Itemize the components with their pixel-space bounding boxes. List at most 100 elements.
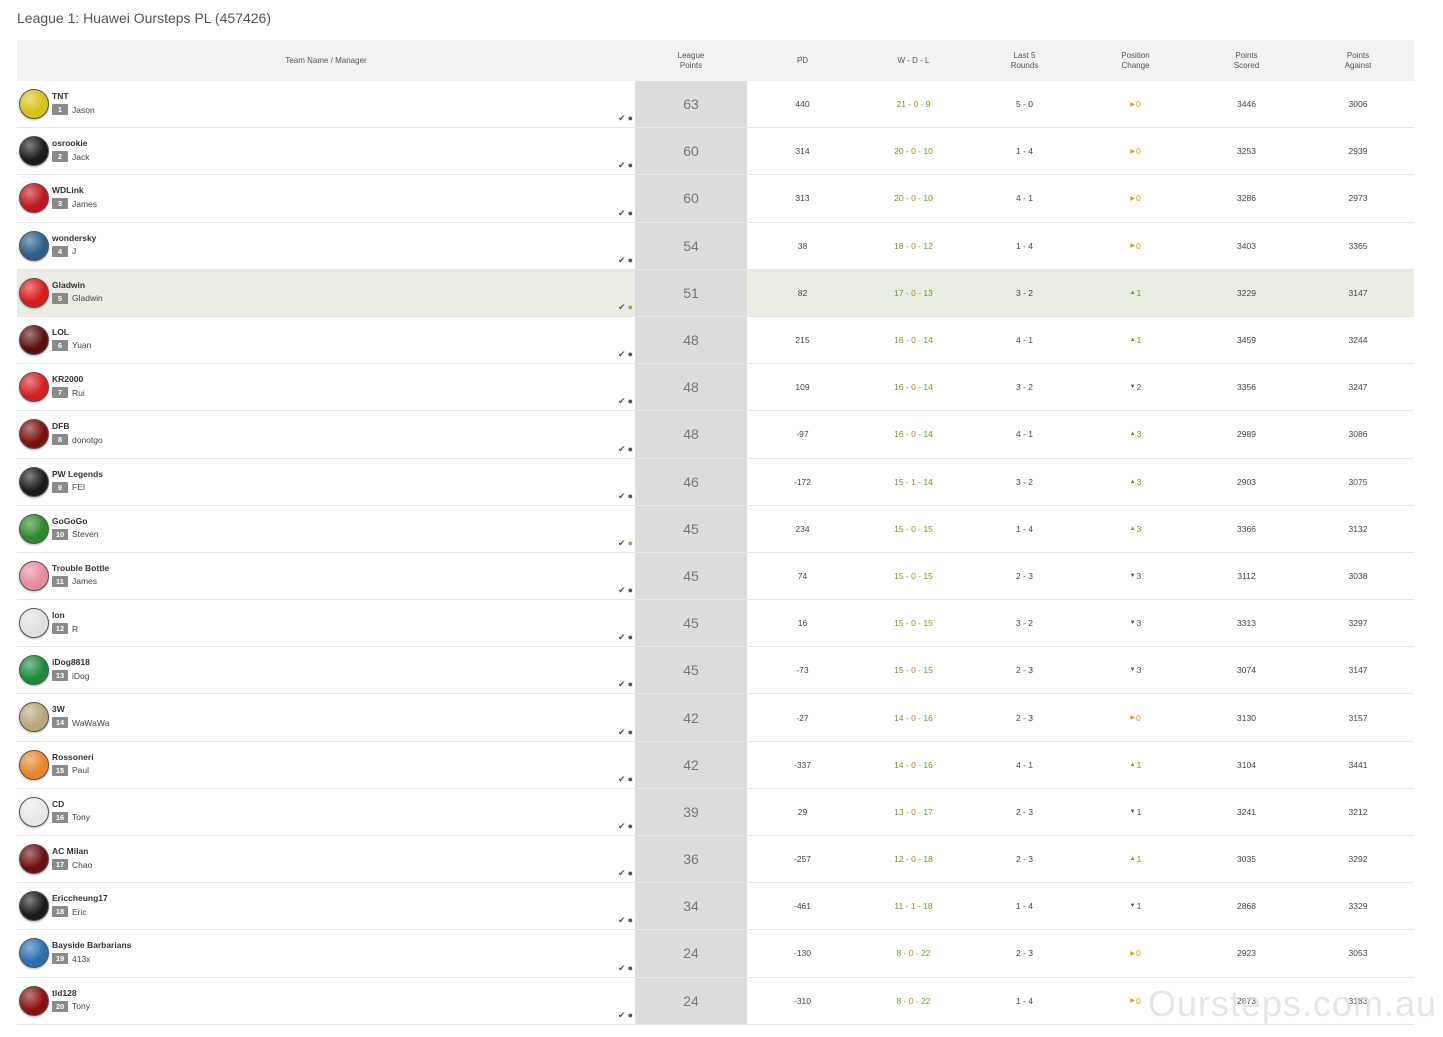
team-badge-icon[interactable] [19,796,49,827]
team-name[interactable]: Ericcheung17 [52,893,108,903]
user-icon[interactable]: ● [628,349,633,360]
user-icon[interactable]: ● [628,538,633,549]
team-badge-icon[interactable] [19,844,49,874]
check-icon[interactable]: ✔ [618,208,626,219]
team-name[interactable]: WDLink [52,185,84,195]
table-row[interactable]: 3W 14 WaWaWa ✔ ● 42 -27 14 - 0 - 16 2 - … [17,694,1414,742]
check-icon[interactable]: ✔ [618,679,626,690]
check-icon[interactable]: ✔ [618,396,626,407]
team-name[interactable]: 3W [52,704,65,714]
check-icon[interactable]: ✔ [618,585,626,596]
team-name[interactable]: Bayside Barbarians [52,940,131,950]
team-name[interactable]: iDog8818 [52,657,90,667]
user-icon[interactable]: ● [628,160,633,171]
table-row[interactable]: lon 12 R ✔ ● 45 16 15 - 0 - 15 3 - 2 ▼ 3… [17,600,1414,648]
user-icon[interactable]: ● [628,868,633,879]
header-pd[interactable]: PD [747,56,858,66]
table-row[interactable]: wondersky 4 J ✔ ● 54 38 18 - 0 - 12 1 - … [17,222,1414,270]
check-icon[interactable]: ✔ [618,774,626,785]
table-row[interactable]: Rossoneri 15 Paul ✔ ● 42 -337 14 - 0 - 1… [17,741,1414,789]
table-row[interactable]: iDog8818 13 iDog ✔ ● 45 -73 15 - 0 - 15 … [17,647,1414,695]
user-icon[interactable]: ● [628,963,633,974]
user-icon[interactable]: ● [628,396,633,407]
table-row[interactable]: LOL 6 Yuan ✔ ● 48 215 16 - 0 - 14 4 - 1 … [17,316,1414,365]
team-name[interactable]: AC Milan [52,846,88,856]
team-name[interactable]: Rossoneri [52,752,94,762]
table-row[interactable]: WDLink 3 James ✔ ● 60 313 20 - 0 - 10 4 … [17,175,1414,223]
check-icon[interactable]: ✔ [618,302,626,313]
team-badge-icon[interactable] [19,230,49,261]
team-badge-icon[interactable] [19,891,49,922]
check-icon[interactable]: ✔ [618,727,626,738]
table-row[interactable]: CD 16 Tony ✔ ● 39 29 13 - 0 - 17 2 - 3 ▼… [17,788,1414,836]
header-points-scored[interactable]: Points Scored [1191,51,1302,71]
table-row[interactable]: Bayside Barbarians 19 413x ✔ ● 24 -130 8… [17,930,1414,978]
team-badge-icon[interactable] [19,560,49,591]
team-badge-icon[interactable] [19,419,49,450]
header-team[interactable]: Team Name / Manager [17,56,635,66]
user-icon[interactable]: ● [628,774,633,785]
table-row[interactable]: osrookie 2 Jack ✔ ● 60 314 20 - 0 - 10 1… [17,128,1414,176]
team-name[interactable]: wondersky [52,233,96,243]
team-name[interactable]: lon [52,610,65,620]
table-row[interactable]: Gladwin 5 Gladwin ✔ ● 51 82 17 - 0 - 13 … [17,269,1414,317]
table-row[interactable]: Trouble Bottle 11 James ✔ ● 45 74 15 - 0… [17,552,1414,601]
user-icon[interactable]: ● [628,915,633,926]
header-wdl[interactable]: W - D - L [858,56,969,66]
team-name[interactable]: PW Legends [52,469,103,479]
table-row[interactable]: DFB 8 donotgo ✔ ● 48 -97 16 - 0 - 14 4 -… [17,411,1414,459]
check-icon[interactable]: ✔ [618,915,626,926]
team-name[interactable]: LOL [52,327,69,337]
table-row[interactable]: KR2000 7 Rui ✔ ● 48 109 16 - 0 - 14 3 - … [17,364,1414,412]
team-badge-icon[interactable] [19,985,49,1016]
team-name[interactable]: Trouble Bottle [52,563,109,573]
header-last5[interactable]: Last 5 Rounds [969,51,1080,71]
user-icon[interactable]: ● [628,491,633,502]
check-icon[interactable]: ✔ [618,349,626,360]
team-name[interactable]: TNT [52,91,69,101]
team-badge-icon[interactable] [19,466,49,497]
header-position-change[interactable]: Position Change [1080,51,1191,71]
user-icon[interactable]: ● [628,1010,633,1021]
check-icon[interactable]: ✔ [618,1010,626,1021]
team-badge-icon[interactable] [19,608,49,639]
team-name[interactable]: Gladwin [52,280,85,290]
team-badge-icon[interactable] [19,702,49,733]
check-icon[interactable]: ✔ [618,255,626,266]
team-badge-icon[interactable] [19,749,49,780]
check-icon[interactable]: ✔ [618,444,626,455]
team-name[interactable]: DFB [52,421,69,431]
team-badge-icon[interactable] [19,89,49,119]
table-row[interactable]: AC Milan 17 Chao ✔ ● 36 -257 12 - 0 - 18… [17,836,1414,884]
team-badge-icon[interactable] [19,655,49,686]
user-icon[interactable]: ● [628,632,633,643]
header-league-points[interactable]: League Points [635,51,747,71]
team-name[interactable]: GoGoGo [52,516,87,526]
check-icon[interactable]: ✔ [618,160,626,171]
team-badge-icon[interactable] [19,513,49,544]
team-badge-icon[interactable] [19,277,49,308]
header-points-against[interactable]: Points Against [1302,51,1414,71]
team-name[interactable]: KR2000 [52,374,83,384]
check-icon[interactable]: ✔ [618,491,626,502]
user-icon[interactable]: ● [628,727,633,738]
check-icon[interactable]: ✔ [618,821,626,832]
check-icon[interactable]: ✔ [618,868,626,879]
user-icon[interactable]: ● [628,679,633,690]
check-icon[interactable]: ✔ [618,963,626,974]
team-name[interactable]: CD [52,799,64,809]
team-name[interactable]: osrookie [52,138,87,148]
user-icon[interactable]: ● [628,585,633,596]
team-badge-icon[interactable] [19,324,49,355]
user-icon[interactable]: ● [628,302,633,313]
user-icon[interactable]: ● [628,208,633,219]
user-icon[interactable]: ● [628,255,633,266]
check-icon[interactable]: ✔ [618,538,626,549]
table-row[interactable]: PW Legends 9 FEI ✔ ● 46 -172 15 - 1 - 14… [17,458,1414,506]
user-icon[interactable]: ● [628,444,633,455]
team-badge-icon[interactable] [19,183,49,214]
user-icon[interactable]: ● [628,113,633,124]
table-row[interactable]: TNT 1 Jason ✔ ● 63 440 21 - 0 - 9 5 - 0 … [17,81,1414,129]
check-icon[interactable]: ✔ [618,632,626,643]
table-row[interactable]: GoGoGo 10 Steven ✔ ● 45 234 15 - 0 - 15 … [17,505,1414,553]
